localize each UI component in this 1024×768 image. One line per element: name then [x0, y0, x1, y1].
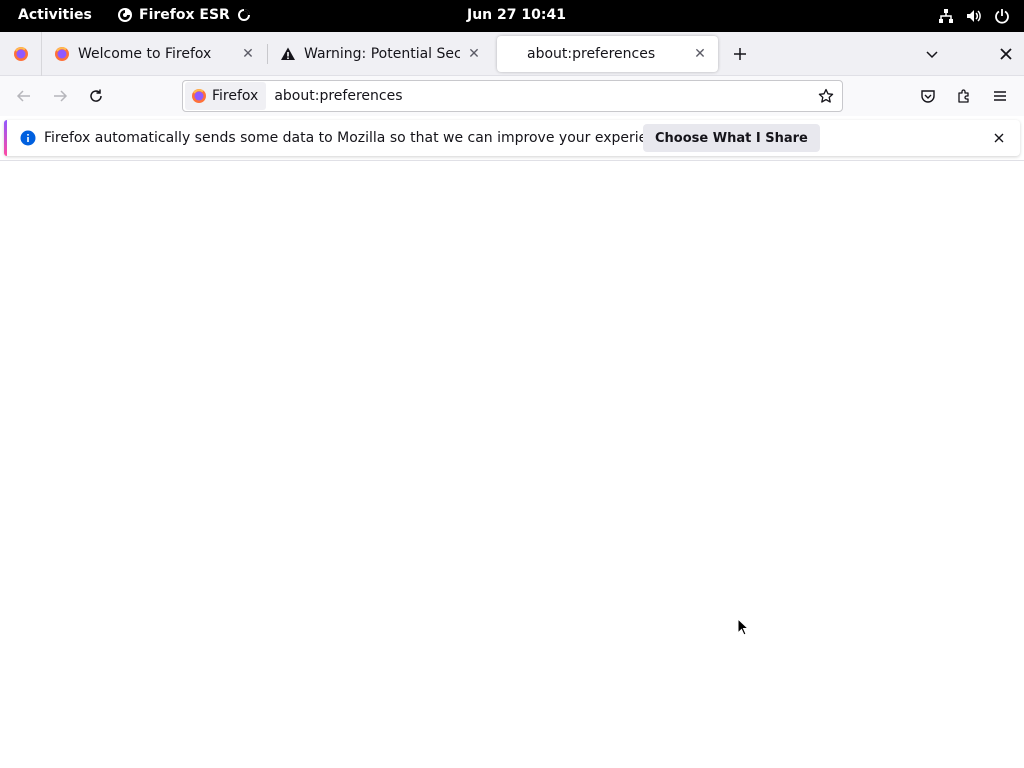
system-tray[interactable] — [938, 8, 1010, 24]
network-icon[interactable] — [938, 8, 954, 24]
reload-icon — [90, 89, 102, 102]
tab-about-preferences[interactable]: about:preferences ✕ — [497, 36, 718, 72]
identity-box[interactable]: Firefox — [185, 82, 267, 110]
info-icon — [20, 130, 36, 146]
back-button[interactable] — [12, 84, 36, 108]
gnome-top-bar: Activities Firefox ESR Jun 27 10:41 — [0, 0, 1024, 32]
hamburger-menu-icon — [994, 91, 1006, 101]
forward-button[interactable] — [48, 84, 72, 108]
puzzle-icon — [958, 89, 969, 103]
close-tab-icon[interactable]: ✕ — [692, 46, 708, 62]
tab-label: Warning: Potential Securi — [304, 46, 460, 62]
arrow-right-icon — [54, 90, 68, 102]
tab-welcome[interactable]: Welcome to Firefox ✕ — [44, 36, 266, 72]
star-icon — [818, 88, 834, 103]
chevron-down-icon — [926, 51, 938, 59]
tab-label: about:preferences — [527, 46, 656, 62]
firefox-icon — [13, 47, 28, 61]
close-icon — [1000, 48, 1012, 60]
close-tab-icon[interactable]: ✕ — [240, 46, 256, 62]
extensions-button[interactable] — [952, 84, 976, 108]
power-icon[interactable] — [994, 8, 1010, 24]
preferences-content-area — [0, 161, 1024, 768]
tab-label: Welcome to Firefox — [78, 46, 212, 62]
firefox-app-icon — [118, 8, 132, 22]
close-notification-button[interactable] — [991, 130, 1007, 146]
tab-strip: Welcome to Firefox ✕ Warning: Potential … — [0, 32, 1024, 76]
arrow-left-icon — [16, 90, 30, 102]
bookmark-star-button[interactable] — [816, 86, 836, 106]
list-all-tabs-button[interactable] — [920, 44, 944, 64]
mouse-cursor-icon — [737, 618, 749, 636]
url-input[interactable]: about:preferences — [274, 88, 816, 104]
plus-icon — [734, 48, 746, 60]
warning-icon — [281, 47, 295, 60]
choose-what-i-share-button[interactable]: Choose What I Share — [643, 124, 820, 152]
pocket-button[interactable] — [916, 84, 940, 108]
volume-icon[interactable] — [966, 8, 982, 24]
window-close-button[interactable] — [994, 44, 1018, 64]
data-collection-notification: Firefox automatically sends some data to… — [4, 120, 1020, 156]
app-name: Firefox ESR — [139, 7, 230, 23]
app-menu[interactable]: Firefox ESR — [117, 7, 250, 23]
identity-label: Firefox — [212, 88, 259, 104]
firefox-icon — [192, 89, 206, 103]
activities-button[interactable]: Activities — [18, 7, 92, 23]
firefox-icon — [55, 47, 69, 61]
notification-message: Firefox automatically sends some data to… — [44, 130, 677, 146]
tab-warning[interactable]: Warning: Potential Securi ✕ — [270, 36, 492, 72]
navigation-toolbar: Firefox about:preferences — [0, 76, 1024, 116]
firefox-view-button[interactable] — [0, 32, 42, 76]
pocket-icon — [921, 90, 935, 103]
notification-accent-stripe — [4, 120, 7, 156]
clock[interactable]: Jun 27 10:41 — [467, 7, 566, 23]
close-tab-icon[interactable]: ✕ — [466, 46, 482, 62]
url-bar[interactable]: Firefox about:preferences — [182, 80, 843, 112]
loading-spinner-icon — [237, 9, 250, 21]
tab-divider — [267, 44, 268, 64]
reload-button[interactable] — [84, 84, 108, 108]
app-menu-button[interactable] — [988, 84, 1012, 108]
new-tab-button[interactable] — [728, 42, 752, 66]
close-icon — [994, 133, 1004, 143]
